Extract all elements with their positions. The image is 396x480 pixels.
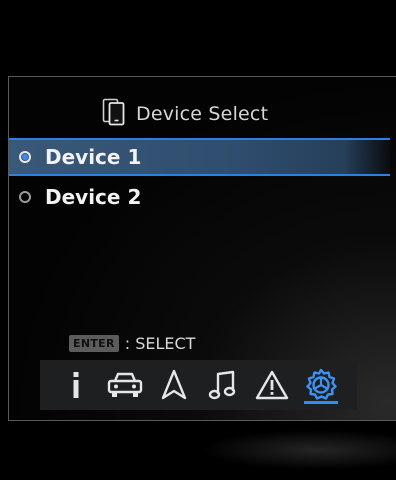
warning-icon[interactable] — [252, 365, 292, 405]
car-icon[interactable] — [105, 365, 145, 405]
radio-unselected-icon — [19, 191, 31, 203]
background-glare — [200, 430, 396, 470]
device-list-item-1[interactable]: Device 1 — [9, 138, 390, 176]
navigation-icon[interactable] — [154, 365, 194, 405]
hint-text: : SELECT — [124, 334, 196, 353]
key-hint: ENTER : SELECT — [69, 334, 195, 353]
settings-icon[interactable] — [301, 365, 341, 405]
page-title: Device Select — [136, 103, 269, 125]
device-label: Device 2 — [45, 185, 142, 209]
info-icon[interactable] — [56, 365, 96, 405]
bottom-icon-bar — [40, 360, 357, 410]
music-icon[interactable] — [203, 365, 243, 405]
device-list-item-2[interactable]: Device 2 — [9, 178, 390, 216]
enter-key-badge: ENTER — [69, 335, 119, 352]
page-header: Device Select — [102, 98, 268, 130]
active-tab-indicator — [303, 401, 338, 404]
device-label: Device 1 — [45, 145, 142, 169]
phone-icon — [102, 98, 126, 130]
radio-selected-icon — [19, 151, 31, 163]
